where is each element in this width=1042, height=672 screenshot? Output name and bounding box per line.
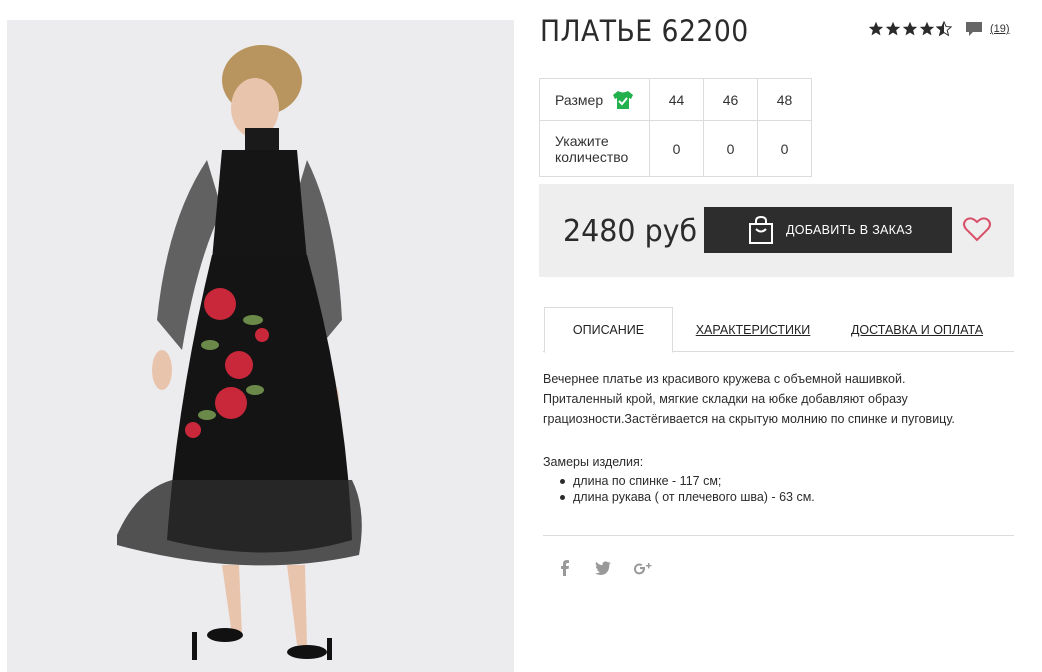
size-cell-44[interactable]: 44: [649, 78, 704, 121]
quantity-label-cell: Укажите количество: [539, 120, 650, 177]
review-count-link[interactable]: (19): [990, 23, 1010, 35]
facebook-icon[interactable]: [556, 558, 574, 578]
product-tabs: ОПИСАНИЕ ХАРАКТЕРИСТИКИ ДОСТАВКА И ОПЛАТ…: [543, 307, 1014, 353]
add-to-order-button[interactable]: ДОБАВИТЬ В ЗАКАЗ: [704, 207, 952, 253]
quantity-label-line1: Укажите: [555, 132, 609, 149]
wishlist-heart-icon[interactable]: [962, 214, 992, 244]
list-item: длина по спинке - 117 см;: [556, 473, 815, 489]
product-photo[interactable]: [7, 20, 514, 672]
tab-description[interactable]: ОПИСАНИЕ: [544, 307, 673, 353]
star-full-icon: [902, 21, 918, 36]
list-item: длина рукава ( от плечевого шва) - 63 см…: [556, 489, 815, 505]
measurements: Замеры изделия: длина по спинке - 117 см…: [543, 453, 815, 505]
measurements-title: Замеры изделия:: [543, 455, 644, 469]
star-half-icon: [936, 21, 952, 37]
size-label: Размер: [555, 91, 604, 108]
size-cell-48[interactable]: 48: [757, 78, 812, 121]
shopping-bag-icon: [749, 215, 773, 244]
rating-stars: [868, 21, 952, 37]
star-full-icon: [885, 21, 901, 36]
size-chart-shirt-icon[interactable]: [612, 90, 634, 110]
quantity-input-44[interactable]: 0: [649, 120, 704, 177]
size-label-cell: Размер: [539, 78, 650, 121]
rating: (19): [868, 21, 1010, 37]
dress-image: [7, 20, 514, 672]
quantity-row: Укажите количество 0 0 0: [539, 120, 812, 177]
size-row: Размер 44 46 48: [539, 78, 812, 121]
size-cell-46[interactable]: 46: [703, 78, 758, 121]
comment-icon[interactable]: [965, 21, 983, 37]
price: 2480 руб: [563, 214, 698, 249]
product-description: Вечернее платье из красивого кружева с о…: [543, 369, 1014, 429]
star-full-icon: [868, 21, 884, 36]
description-line: Приталенный крой, мягкие складки на юбке…: [543, 392, 908, 406]
tab-characteristics[interactable]: ХАРАКТЕРИСТИКИ: [691, 307, 815, 352]
description-line: Вечернее платье из красивого кружева с о…: [543, 372, 906, 386]
add-to-order-label: ДОБАВИТЬ В ЗАКАЗ: [786, 223, 913, 237]
size-quantity-table: Размер 44 46 48 Укажите количество 0 0 0: [539, 78, 812, 177]
twitter-icon[interactable]: [594, 558, 612, 578]
divider: [543, 535, 1014, 536]
measurements-list: длина по спинке - 117 см; длина рукава (…: [543, 473, 815, 505]
buy-panel: 2480 руб ДОБАВИТЬ В ЗАКАЗ: [539, 184, 1014, 277]
social-share: [556, 558, 654, 578]
tab-delivery-payment[interactable]: ДОСТАВКА И ОПЛАТА: [849, 307, 985, 352]
product-title: ПЛАТЬЕ 62200: [540, 14, 749, 48]
google-plus-icon[interactable]: [632, 558, 654, 578]
description-line: грациозности.Застёгивается на скрытую мо…: [543, 412, 955, 426]
quantity-label-line2: количество: [555, 148, 629, 165]
quantity-input-48[interactable]: 0: [757, 120, 812, 177]
quantity-input-46[interactable]: 0: [703, 120, 758, 177]
star-full-icon: [919, 21, 935, 36]
